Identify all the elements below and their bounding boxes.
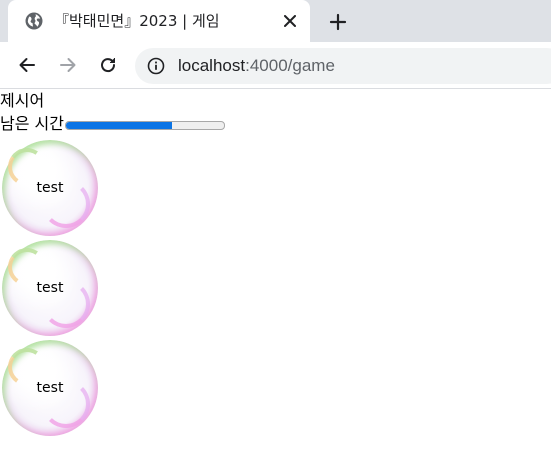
back-arrow-icon[interactable] xyxy=(15,53,39,77)
info-icon[interactable] xyxy=(147,57,165,75)
time-remaining-progress-fill xyxy=(65,121,172,129)
plus-icon[interactable] xyxy=(326,10,350,34)
bubble-word: test xyxy=(36,380,64,396)
word-bubble[interactable]: test xyxy=(2,240,98,336)
page-content: 제시어 남은 시간 test test test xyxy=(0,89,551,464)
bubble-word: test xyxy=(36,280,64,296)
browser-tab-strip: 『박태민면』2023 | 게임 xyxy=(0,0,551,42)
tab-title: 『박태민면』2023 | 게임 xyxy=(54,12,220,30)
url-host: localhost xyxy=(178,56,246,75)
browser-tab[interactable]: 『박태민면』2023 | 게임 xyxy=(8,0,310,42)
globe-icon xyxy=(25,12,43,30)
browser-toolbar: localhost:4000/game xyxy=(0,42,551,89)
url-text: localhost:4000/game xyxy=(178,56,335,76)
url-path: :4000/game xyxy=(245,56,335,75)
word-bubble[interactable]: test xyxy=(2,140,98,236)
timer-row: 남은 시간 xyxy=(0,113,225,135)
address-bar[interactable]: localhost:4000/game xyxy=(135,48,551,84)
timer-label: 남은 시간 xyxy=(0,114,64,133)
time-remaining-progress xyxy=(64,120,225,130)
bubble-word: test xyxy=(36,180,64,196)
hint-label: 제시어 xyxy=(0,91,45,110)
forward-arrow-icon[interactable] xyxy=(56,53,80,77)
reload-icon[interactable] xyxy=(96,53,120,77)
word-bubble[interactable]: test xyxy=(2,340,98,436)
close-icon[interactable] xyxy=(280,11,300,31)
